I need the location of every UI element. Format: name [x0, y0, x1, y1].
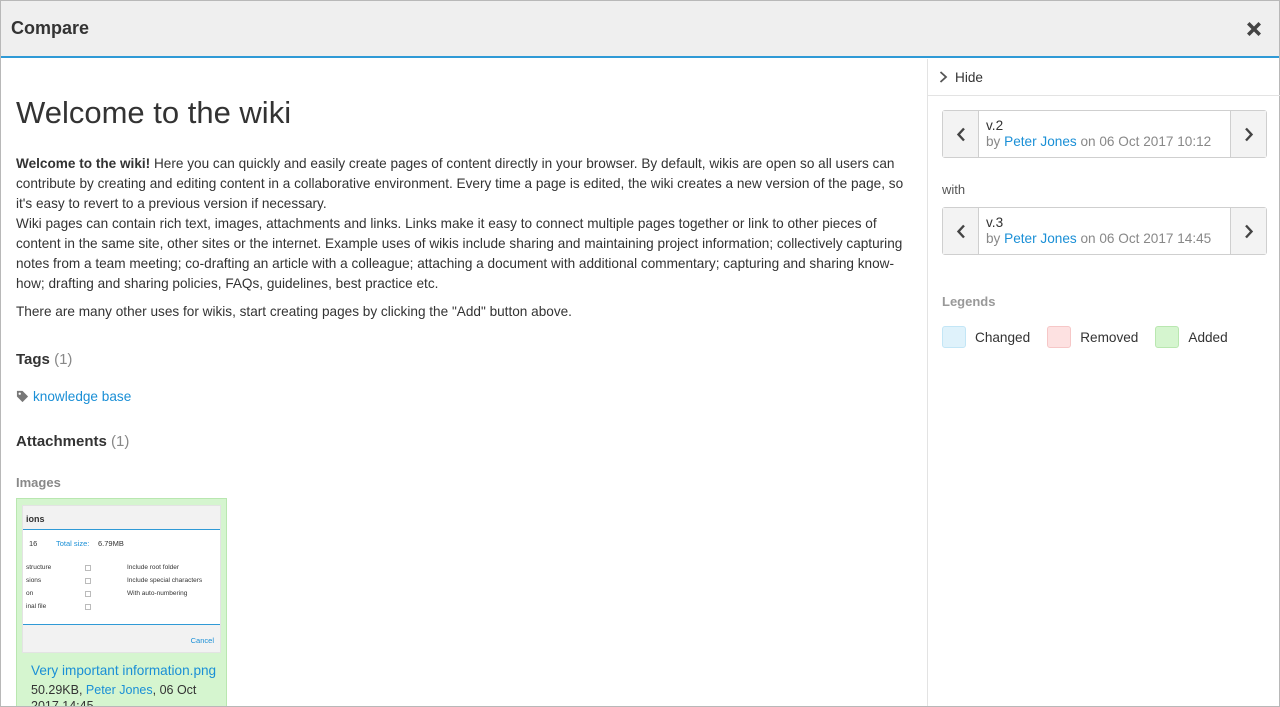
dialog-title: Compare — [11, 18, 90, 38]
intro-bold: Welcome to the wiki! — [16, 156, 151, 171]
tags-count: (1) — [54, 351, 73, 368]
body-paragraph: There are many other uses for wikis, sta… — [16, 304, 572, 319]
version-selector-to: v.3 by Peter Jones on 06 Oct 2017 14:45 — [942, 207, 1267, 255]
page-title: Welcome to the wiki — [16, 95, 292, 130]
attachment-card-added: ions 16 Total size: 6.79MB structure sio… — [16, 498, 227, 706]
legend-label: Added — [1188, 329, 1228, 345]
comparison-content: Welcome to the wiki Welcome to the wiki!… — [2, 59, 927, 706]
thumbnail-row: sions — [26, 577, 42, 584]
version-label: v.3 — [986, 215, 1004, 230]
close-button[interactable] — [1243, 18, 1265, 40]
legend-label: Removed — [1080, 329, 1139, 345]
version-meta: by Peter Jones on 06 Oct 2017 14:45 — [986, 231, 1211, 246]
chevron-right-icon — [1244, 127, 1253, 141]
with-label: with — [942, 182, 966, 197]
tag-link[interactable]: knowledge base — [33, 389, 131, 404]
chevron-left-icon — [956, 127, 965, 141]
intro-text: Here you can quickly and easily create p… — [16, 156, 904, 211]
version-by: by — [986, 134, 1005, 149]
version-on: on — [1076, 231, 1100, 246]
compare-dialog: Compare Welcome to the wiki Welcome to t… — [0, 0, 1280, 707]
chevron-right-icon — [1244, 224, 1253, 238]
chevron-left-icon — [956, 224, 965, 238]
thumbnail-checkbox — [85, 565, 91, 571]
attachments-heading: Attachments (1) — [16, 433, 129, 450]
next-version-button[interactable] — [1230, 208, 1266, 254]
legend-changed: Changed — [942, 326, 1030, 348]
compare-sidebar: Hide v.2 by Peter Jones on 06 Oct 2017 1… — [927, 59, 1280, 706]
version-author-link[interactable]: Peter Jones — [1004, 134, 1077, 149]
thumbnail-checkbox — [85, 578, 91, 584]
legend-list: Changed Removed Added — [942, 326, 1245, 348]
thumbnail-option: Include root folder — [127, 564, 180, 571]
intro-paragraph: Welcome to the wiki! Here you can quickl… — [16, 154, 916, 214]
thumbnail-checkbox — [85, 604, 91, 610]
hide-sidebar-toggle[interactable]: Hide — [928, 59, 1280, 96]
version-selector-from: v.2 by Peter Jones on 06 Oct 2017 10:12 — [942, 110, 1267, 158]
attachments-heading-label: Attachments — [16, 433, 107, 450]
attachment-thumbnail[interactable]: ions 16 Total size: 6.79MB structure sio… — [22, 505, 221, 653]
thumbnail-count: 16 — [29, 539, 38, 548]
attachments-count: (1) — [111, 433, 130, 450]
tag-icon — [16, 390, 29, 403]
tags-heading: Tags (1) — [16, 351, 72, 368]
version-date: 06 Oct 2017 10:12 — [1099, 134, 1212, 149]
tag-item: knowledge base — [16, 389, 131, 404]
legend-swatch-changed — [942, 326, 966, 348]
chevron-right-icon — [939, 71, 948, 83]
thumbnail-row: structure — [26, 564, 52, 571]
thumbnail-row: on — [26, 590, 34, 597]
legend-swatch-added — [1155, 326, 1180, 348]
next-version-button[interactable] — [1230, 111, 1266, 157]
previous-version-button[interactable] — [943, 111, 979, 157]
version-label: v.2 — [986, 118, 1004, 133]
legend-swatch-removed — [1047, 326, 1072, 348]
attachment-size: 50.29KB, — [31, 683, 86, 697]
attachment-author-link[interactable]: Peter Jones — [86, 683, 153, 697]
previous-version-button[interactable] — [943, 208, 979, 254]
thumbnail-option: Include special characters — [127, 577, 203, 584]
thumbnail-option: With auto-numbering — [127, 590, 188, 597]
thumbnail-checkbox — [85, 591, 91, 597]
legend-added: Added — [1155, 326, 1228, 348]
images-label: Images — [16, 475, 61, 490]
close-icon — [1247, 22, 1261, 36]
tags-heading-label: Tags — [16, 351, 50, 368]
version-meta: by Peter Jones on 06 Oct 2017 10:12 — [986, 134, 1211, 149]
version-date: 06 Oct 2017 14:45 — [1099, 231, 1212, 246]
thumbnail-total-label: Total size: — [56, 539, 90, 548]
legend-label: Changed — [975, 329, 1031, 345]
version-by: by — [986, 231, 1005, 246]
attachment-name-link[interactable]: Very important information.png — [31, 663, 216, 678]
dialog-header: Compare — [1, 1, 1279, 58]
thumbnail-title: ions — [26, 514, 45, 524]
legend-removed: Removed — [1047, 326, 1138, 348]
legends-title: Legends — [942, 294, 996, 309]
hide-label: Hide — [955, 69, 983, 85]
version-author-link[interactable]: Peter Jones — [1004, 231, 1077, 246]
attachment-meta: 50.29KB, Peter Jones, 06 Oct 2017 14:45 — [31, 682, 216, 706]
body-paragraph: Wiki pages can contain rich text, images… — [16, 216, 903, 291]
page-body: Welcome to the wiki! Here you can quickl… — [16, 154, 916, 322]
thumbnail-cancel: Cancel — [190, 636, 214, 645]
version-on: on — [1076, 134, 1100, 149]
thumbnail-header: ions — [23, 506, 220, 530]
thumbnail-row: inal file — [26, 603, 47, 610]
thumbnail-total-value: 6.79MB — [98, 539, 124, 548]
